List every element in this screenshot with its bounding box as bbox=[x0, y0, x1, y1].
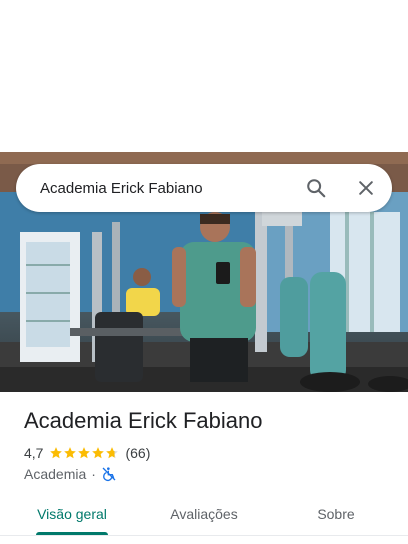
category-row: Academia · bbox=[24, 465, 117, 483]
star-icon bbox=[50, 447, 63, 459]
close-icon bbox=[359, 181, 373, 195]
place-title: Academia Erick Fabiano bbox=[24, 408, 263, 433]
review-count[interactable]: (66) bbox=[125, 445, 150, 461]
category-separator: · bbox=[91, 466, 96, 482]
rating-row[interactable]: 4,7 (66) bbox=[24, 444, 150, 462]
star-icon bbox=[64, 447, 77, 459]
star-icon bbox=[78, 447, 91, 459]
tab-overview[interactable]: Visão geral bbox=[24, 496, 120, 532]
rating-value: 4,7 bbox=[24, 445, 44, 461]
search-button[interactable] bbox=[296, 168, 336, 208]
star-icon bbox=[92, 447, 105, 459]
rating-stars bbox=[49, 446, 119, 460]
search-icon bbox=[307, 179, 326, 198]
place-tabs: Visão geral Avaliações Sobre bbox=[0, 496, 408, 544]
close-button[interactable] bbox=[346, 168, 386, 208]
tab-reviews[interactable]: Avaliações bbox=[156, 496, 252, 532]
place-category: Academia bbox=[24, 466, 87, 482]
search-query[interactable]: Academia Erick Fabiano bbox=[40, 180, 296, 197]
tabs-divider bbox=[0, 535, 408, 536]
wheelchair-crossed-icon bbox=[102, 467, 116, 482]
search-bar[interactable]: Academia Erick Fabiano bbox=[16, 164, 392, 212]
tab-about[interactable]: Sobre bbox=[296, 496, 376, 532]
star-icon bbox=[106, 447, 119, 459]
